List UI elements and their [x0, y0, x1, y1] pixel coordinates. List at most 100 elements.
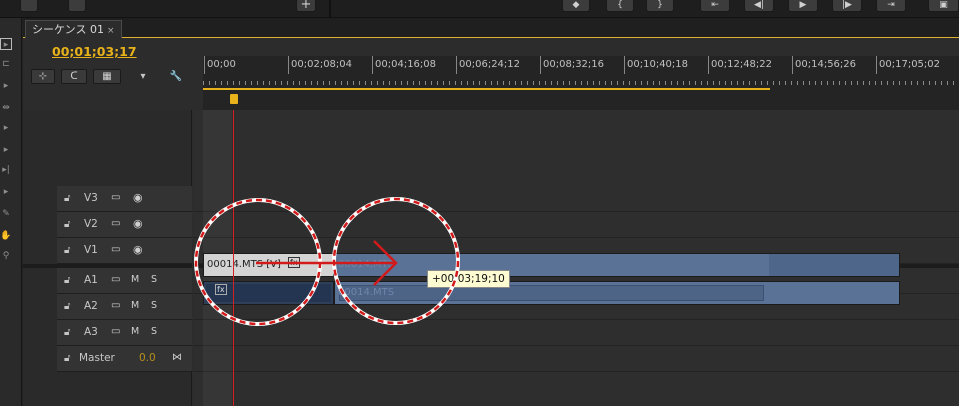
razor-tool-icon[interactable]: ▸ — [0, 144, 12, 156]
snap-button[interactable]: ⊹ — [31, 69, 55, 84]
lane-master[interactable] — [193, 346, 959, 372]
go-to-in-button[interactable]: ⇤ — [700, 0, 730, 12]
timeline-settings-button[interactable]: 🔧 — [167, 69, 185, 84]
audio-clip-drag-ghost[interactable]: 00014.MTS — [334, 281, 900, 305]
master-volume[interactable]: 0.0 — [139, 352, 156, 364]
ruler-major-tick — [540, 56, 541, 74]
filmstrip-icon[interactable]: ▭ — [111, 274, 120, 285]
selection-tool-icon[interactable]: ▸ — [0, 38, 12, 50]
filmstrip-icon[interactable]: ▭ — [111, 300, 120, 311]
lane-v3[interactable] — [193, 186, 959, 212]
track-header-a2[interactable]: 🔓︎ A2 ▭ M S — [57, 294, 192, 320]
lock-icon[interactable]: 🔓︎ — [64, 353, 70, 364]
go-to-out-button[interactable]: ⇥ — [876, 0, 906, 12]
filmstrip-icon[interactable]: ▭ — [111, 192, 120, 203]
track-name: V3 — [84, 192, 98, 204]
track-name: V2 — [84, 218, 98, 230]
filmstrip-icon[interactable]: ▭ — [111, 326, 120, 337]
lock-icon[interactable]: 🔓︎ — [64, 275, 70, 286]
ruler-major-tick — [792, 56, 793, 74]
ruler-ticks — [203, 76, 959, 88]
track-header-master[interactable]: 🔓︎ Master 0.0 ⋈ — [57, 346, 192, 372]
lane-a3[interactable] — [193, 320, 959, 346]
step-forward-button[interactable]: |▶ — [832, 0, 862, 12]
solo-button[interactable]: S — [151, 326, 157, 337]
fx-badge: fx — [288, 257, 300, 268]
ruler-label: 00;17;05;02 — [879, 59, 941, 70]
track-name: Master — [79, 352, 115, 364]
pen-tool-icon[interactable]: ✎ — [0, 208, 12, 220]
lock-icon[interactable]: 🔓︎ — [64, 327, 70, 338]
lock-icon[interactable]: 🔓︎ — [64, 193, 70, 204]
monitor-button-2[interactable] — [68, 0, 86, 12]
track-header-v1[interactable]: 🔓︎ V1 ▭ ◉ — [57, 238, 192, 264]
mute-button[interactable]: M — [131, 300, 139, 311]
eye-icon[interactable]: ◉ — [133, 191, 143, 204]
panel-divider — [329, 0, 331, 18]
monitor-button-1[interactable] — [20, 0, 38, 12]
playhead-line[interactable] — [233, 110, 234, 406]
ruler-major-tick — [624, 56, 625, 74]
add-marker-button[interactable]: ◆ — [562, 0, 590, 12]
linked-selection-button[interactable]: ᑕ — [61, 69, 87, 84]
marker-icon: ▾ — [140, 71, 146, 82]
lock-icon[interactable]: 🔓︎ — [64, 301, 70, 312]
step-back-button[interactable]: ◀| — [744, 0, 774, 12]
current-timecode[interactable]: 00;01;03;17 — [52, 44, 137, 59]
track-header-v2[interactable]: 🔓︎ V2 ▭ ◉ — [57, 212, 192, 238]
fx-badge: fx — [215, 284, 227, 295]
track-header-a1[interactable]: 🔓︎ A1 ▭ M S — [57, 268, 192, 294]
play-button[interactable]: ▶ — [788, 0, 818, 12]
rolling-edit-tool-icon[interactable]: ⇹ — [0, 102, 12, 114]
zoom-tool-icon[interactable]: ⚲ — [0, 250, 12, 262]
track-name: A1 — [84, 274, 98, 286]
track-header-a3[interactable]: 🔓︎ A3 ▭ M S — [57, 320, 192, 346]
audio-clip[interactable]: fx — [203, 281, 334, 305]
close-icon[interactable]: × — [107, 26, 115, 36]
drag-offset-tooltip: +00;03;19;10 — [427, 270, 510, 288]
track-select-tool-icon[interactable]: ⊏ — [0, 58, 12, 70]
ruler-label: 00;12;48;22 — [711, 59, 773, 70]
add-button[interactable]: + — [296, 0, 316, 12]
lock-icon[interactable]: 🔓︎ — [64, 219, 70, 230]
linked-selection-icon: ᑕ — [70, 71, 78, 82]
mark-in-button[interactable]: { — [606, 0, 634, 12]
video-clip-drag-ghost[interactable]: 00014.MTS — [334, 253, 900, 277]
clip-name: 00014.MTS — [338, 287, 395, 298]
video-clip[interactable]: 00014.MTS [V] fx — [203, 253, 334, 277]
tab-label: シーケンス 01 — [32, 23, 104, 36]
filmstrip-icon[interactable]: ▭ — [111, 218, 120, 229]
lock-icon[interactable]: 🔓︎ — [64, 245, 70, 256]
hand-tool-icon[interactable]: ✋ — [0, 230, 12, 242]
mute-button[interactable]: M — [131, 274, 139, 285]
top-toolbar: + ◆ { } ⇤ ◀| ▶ |▶ ⇥ ▣ — [0, 0, 959, 18]
time-ruler[interactable]: 00;00 00;02;08;04 00;04;16;08 00;06;24;12 00… — [203, 56, 959, 110]
add-marker-button[interactable]: ▾ — [135, 69, 151, 84]
export-frame-button[interactable]: ▣ — [928, 0, 959, 12]
rate-stretch-tool-icon[interactable]: ▸ — [0, 122, 12, 134]
eye-icon[interactable]: ◉ — [133, 217, 143, 230]
solo-button[interactable]: S — [151, 300, 157, 311]
solo-button[interactable]: S — [151, 274, 157, 285]
sequence-settings-button[interactable]: ▦ — [93, 69, 121, 84]
ruler-label: 00;08;32;16 — [543, 59, 605, 70]
mute-button[interactable]: M — [131, 326, 139, 337]
eye-icon[interactable]: ◉ — [133, 243, 143, 256]
wrench-icon: 🔧 — [169, 71, 183, 82]
mixer-icon[interactable]: ⋈ — [172, 352, 182, 363]
track-header-v3[interactable]: 🔓︎ V3 ▭ ◉ — [57, 186, 192, 212]
slide-tool-icon[interactable]: ▸ — [0, 186, 12, 198]
slip-tool-icon[interactable]: ▸| — [0, 164, 12, 176]
work-area-bar[interactable] — [203, 88, 770, 90]
ghost-tail — [769, 254, 899, 276]
timeline-tracks[interactable]: 00014.MTS [V] fx fx 00014.MTS 00014.MTS — [193, 110, 959, 406]
lane-v2[interactable] — [193, 212, 959, 238]
tab-sequence[interactable]: シーケンス 01 × — [25, 20, 122, 38]
track-name: A2 — [84, 300, 98, 312]
mark-out-button[interactable]: } — [646, 0, 674, 12]
ruler-label: 00;00 — [207, 59, 236, 70]
tools-panel: ▸ ⊏ ▸ ⇹ ▸ ▸ ▸| ▸ ✎ ✋ ⚲ — [0, 18, 22, 406]
ripple-edit-tool-icon[interactable]: ▸ — [0, 80, 12, 92]
playhead-handle[interactable] — [230, 94, 238, 104]
filmstrip-icon[interactable]: ▭ — [111, 244, 120, 255]
